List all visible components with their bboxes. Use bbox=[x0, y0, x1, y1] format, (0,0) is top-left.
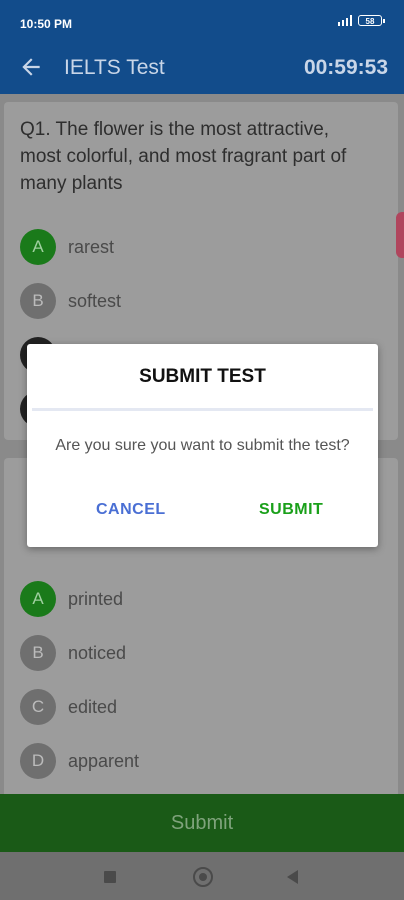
page-title: IELTS Test bbox=[64, 56, 165, 79]
option-letter: B bbox=[20, 635, 56, 671]
battery-icon: 58 bbox=[358, 15, 385, 26]
side-tab[interactable] bbox=[396, 212, 404, 258]
signal-icon bbox=[338, 15, 352, 26]
option-b[interactable]: B softest bbox=[20, 282, 121, 320]
battery-level: 58 bbox=[365, 17, 375, 26]
option-letter: D bbox=[20, 743, 56, 779]
back-arrow-icon[interactable] bbox=[18, 54, 44, 80]
submit-bar-button[interactable]: Submit bbox=[0, 794, 404, 852]
option-c[interactable]: C edited bbox=[20, 688, 117, 726]
option-b[interactable]: B noticed bbox=[20, 634, 126, 672]
option-letter: A bbox=[20, 229, 56, 265]
system-nav-bar bbox=[0, 852, 404, 900]
cancel-button[interactable]: CANCEL bbox=[96, 501, 166, 519]
status-time: 10:50 PM bbox=[20, 17, 73, 31]
question-text: Q1. The flower is the most attractive, m… bbox=[20, 119, 347, 194]
status-bar: 10:50 PM 58 bbox=[0, 0, 404, 42]
status-icons: 58 bbox=[338, 15, 385, 26]
option-letter: B bbox=[20, 283, 56, 319]
recents-icon[interactable] bbox=[104, 871, 116, 883]
back-triangle-icon[interactable] bbox=[287, 870, 298, 884]
submit-dialog: SUBMIT TEST Are you sure you want to sub… bbox=[27, 344, 378, 547]
option-text: edited bbox=[68, 696, 118, 717]
option-text: apparent bbox=[68, 750, 140, 771]
option-letter: A bbox=[20, 581, 56, 617]
option-text: rarest bbox=[68, 236, 115, 257]
option-a[interactable]: A printed bbox=[20, 580, 123, 618]
countdown-timer: 00:59:53 bbox=[303, 56, 388, 79]
option-text: noticed bbox=[68, 642, 127, 663]
app-bar: IELTS Test 00:59:53 bbox=[0, 42, 404, 94]
dialog-title: SUBMIT TEST bbox=[139, 366, 266, 387]
option-letter: C bbox=[20, 689, 56, 725]
option-text: softest bbox=[68, 290, 122, 311]
option-d[interactable]: D apparent bbox=[20, 742, 139, 780]
option-text: printed bbox=[68, 588, 124, 609]
dialog-message: Are you sure you want to submit the test… bbox=[55, 437, 350, 454]
home-icon-dot bbox=[199, 873, 207, 881]
dialog-divider bbox=[32, 408, 373, 411]
option-a[interactable]: A rarest bbox=[20, 228, 114, 266]
submit-button[interactable]: SUBMIT bbox=[259, 501, 323, 519]
